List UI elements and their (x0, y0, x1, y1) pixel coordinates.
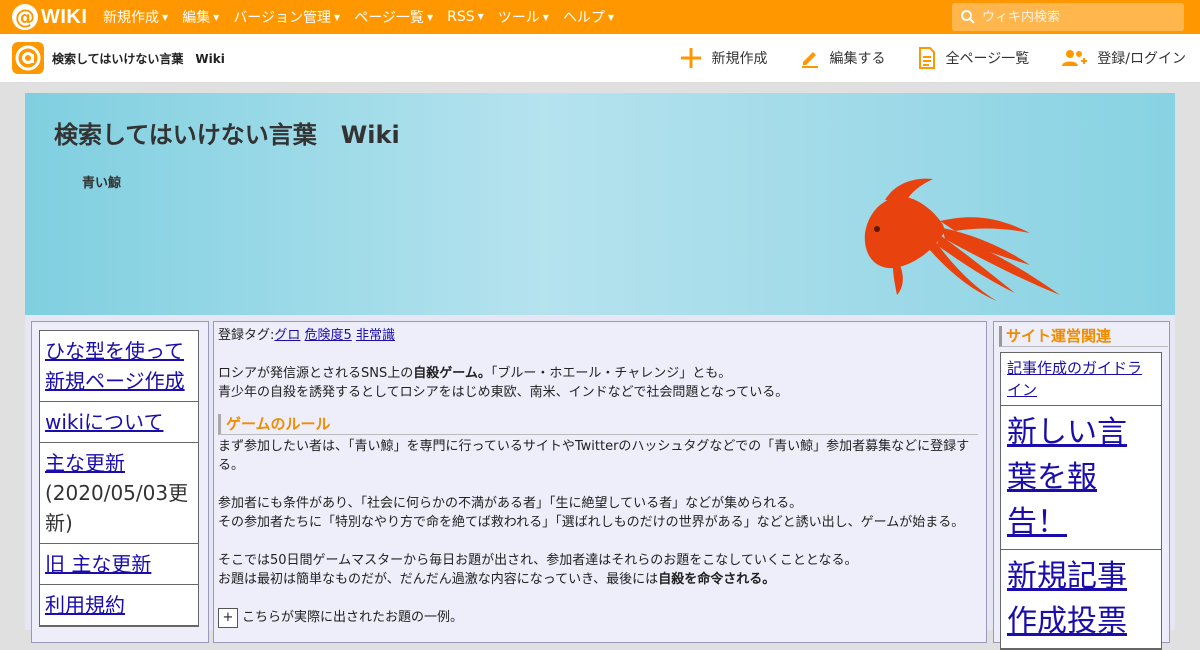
search-box (952, 3, 1184, 31)
menu-item-terms: 利用規約 (40, 585, 198, 626)
logo-text: WIKI (41, 5, 88, 28)
header-actions: 新規作成 編集する 全ページ一覧 登録/ログイン (648, 34, 1186, 82)
menu-help[interactable]: ヘルプ ▼ (563, 7, 614, 27)
guidelines-link[interactable]: 記事作成のガイドライン (1007, 359, 1142, 399)
rules-paragraph-5: お題は最初は簡単なものだが、だんだん過激な内容になっていき、最後には自殺を命令さ… (218, 572, 776, 587)
expand-toggle-button[interactable]: + (218, 608, 238, 628)
new-article-vote-link[interactable]: 新規記事作成投票 (1007, 559, 1127, 639)
plus-icon (680, 48, 701, 68)
wiki-name[interactable]: 検索してはいけない言葉 Wiki (52, 50, 225, 67)
menu-tools[interactable]: ツール ▼ (498, 7, 549, 27)
search-input[interactable] (980, 8, 1174, 26)
tag-link-guro[interactable]: グロ (274, 328, 300, 343)
users-icon (1062, 50, 1088, 66)
login-button[interactable]: 登録/ログイン (1061, 48, 1186, 68)
tag-line: 登録タグ:グロ 危険度5 非常識 (218, 326, 978, 345)
report-word-link[interactable]: 新しい言葉を報告！ (1007, 415, 1127, 540)
right-menu: 記事作成のガイドライン 新しい言葉を報告！ 新規記事作成投票 (1000, 352, 1162, 650)
menu-rss[interactable]: RSS ▼ (447, 9, 484, 25)
caret-down-icon: ▼ (213, 13, 220, 22)
new-page-label: 新規作成 (711, 51, 768, 67)
caret-down-icon: ▼ (426, 13, 434, 22)
tags-label: 登録タグ: (218, 328, 275, 343)
caret-down-icon: ▼ (542, 13, 549, 22)
menu-item-main-updates: 主な更新 (2020/05/03更新) (40, 443, 198, 544)
menu-item-template-new-page: ひな型を使って新規ページ作成 (40, 331, 198, 402)
rules-paragraph-1: まず参加したい者は、「青い鯨」を専門に行っているサイトやTwitterのハッシュ… (218, 439, 970, 473)
menu-item-about-wiki: wikiについて (40, 402, 198, 443)
menu-item-report-word: 新しい言葉を報告！ (1001, 406, 1161, 550)
login-label: 登録/ログイン (1097, 51, 1186, 67)
atwiki-logo[interactable]: @ WIKI (12, 4, 87, 30)
main-content: 登録タグ:グロ 危険度5 非常識 ロシアが発信源とされるSNS上の自殺ゲーム。「… (213, 321, 987, 643)
edit-label: 編集する (829, 51, 886, 67)
atwiki-logo-icon[interactable] (12, 42, 44, 74)
top-menu: 新規作成 ▼ 編集 ▼ バージョン管理 ▼ ページ一覧 ▼ RSS ▼ ツール ▼ ヘルプ ▼ (103, 0, 628, 34)
left-menu: ひな型を使って新規ページ作成 wikiについて 主な更新 (2020/05/03更… (39, 330, 199, 627)
section-heading-rules: ゲームのルール (218, 414, 978, 435)
all-pages-button[interactable]: 全ページ一覧 (918, 47, 1030, 69)
about-wiki-link[interactable]: wikiについて (45, 410, 163, 434)
wiki-banner: 検索してはいけない言葉 Wiki 青い鯨 (25, 93, 1175, 315)
site-admin-heading: サイト運営関連 (999, 326, 1168, 347)
emphasis-text: 自殺を命令される。 (658, 572, 776, 587)
goldfish-image (864, 178, 1060, 301)
edit-button[interactable]: 編集する (800, 48, 886, 68)
main-updates-link[interactable]: 主な更新 (45, 451, 125, 475)
menu-version[interactable]: バージョン管理 ▼ (233, 7, 340, 27)
all-pages-label: 全ページ一覧 (945, 51, 1030, 67)
template-new-page-link[interactable]: ひな型を使って新規ページ作成 (45, 339, 185, 393)
rules-paragraph-2: 参加者にも条件があり、「社会に何らかの不満がある者」「生に絶望している者」などが… (218, 496, 803, 511)
rules-paragraph-3: その参加者たちに「特別なやり方で命を絶てば救われる」「選ばれしものだけの世界があ… (218, 515, 965, 530)
menu-item-vote: 新規記事作成投票 (1001, 550, 1161, 649)
update-date: (2020/05/03更新) (45, 481, 189, 535)
rules-paragraph-4: そこでは50日間ゲームマスターから毎日お題が出され、参加者達はそれらのお題をこな… (218, 553, 858, 568)
expandable-example: + こちらが実際に出されたお題の一例。 (218, 608, 978, 628)
page-list-icon (918, 47, 935, 69)
menu-item-guidelines: 記事作成のガイドライン (1001, 353, 1161, 406)
intro-paragraph: ロシアが発信源とされるSNS上の自殺ゲーム。「ブルー・ホエール・チャレンジ」とも… (218, 366, 732, 381)
caret-down-icon: ▼ (607, 13, 615, 22)
tag-link-danger[interactable]: 危険度5 (305, 328, 352, 343)
caret-down-icon: ▼ (477, 12, 484, 21)
at-logo-icon: @ (12, 4, 38, 30)
pencil-icon (801, 52, 818, 68)
menu-new[interactable]: 新規作成 ▼ (103, 7, 168, 27)
emphasis-text: 自殺ゲーム。 (413, 366, 491, 381)
top-navbar: @ WIKI 新規作成 ▼ 編集 ▼ バージョン管理 ▼ ページ一覧 ▼ RSS ▼ ツー… (0, 0, 1200, 34)
menu-item-old-updates: 旧 主な更新 (40, 544, 198, 585)
expand-label: こちらが実際に出されたお題の一例。 (242, 610, 464, 625)
tag-link-unusual[interactable]: 非常識 (356, 328, 395, 343)
old-updates-link[interactable]: 旧 主な更新 (45, 552, 151, 576)
intro-paragraph-2: 青少年の自殺を誘発するとしてロシアをはじめ東欧、南米、インドなどで社会問題となっ… (218, 385, 789, 400)
new-page-button[interactable]: 新規作成 (680, 47, 768, 69)
caret-down-icon: ▼ (162, 13, 169, 22)
menu-edit[interactable]: 編集 ▼ (182, 7, 219, 27)
menu-pages[interactable]: ページ一覧 ▼ (354, 7, 433, 27)
caret-down-icon: ▼ (334, 13, 341, 22)
page-title: 青い鯨 (82, 176, 122, 191)
terms-link[interactable]: 利用規約 (45, 593, 125, 617)
wiki-title[interactable]: 検索してはいけない言葉 Wiki (54, 115, 400, 150)
site-header-bar: 検索してはいけない言葉 Wiki 新規作成 編集する 全ページ一覧 登録/ログイ… (0, 34, 1200, 83)
search-icon (961, 10, 975, 24)
